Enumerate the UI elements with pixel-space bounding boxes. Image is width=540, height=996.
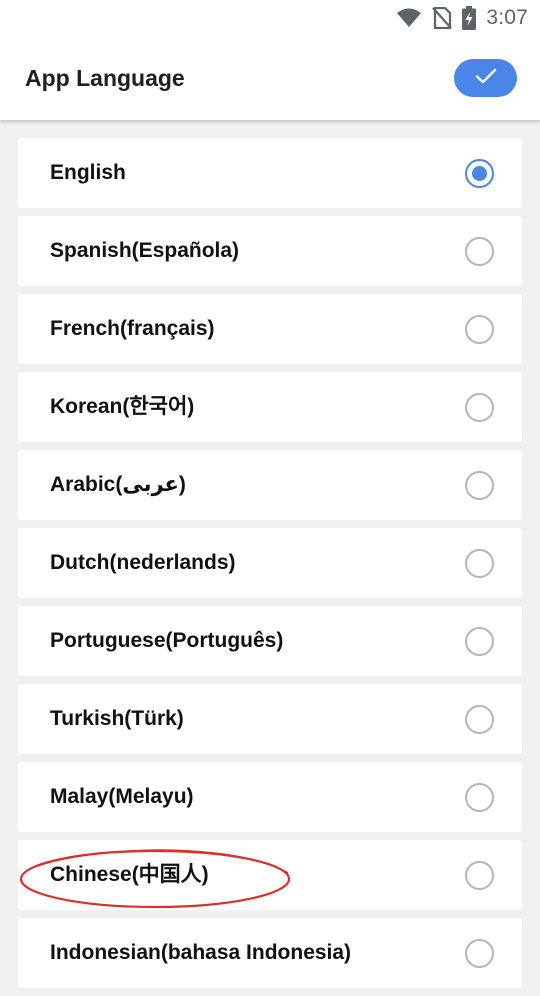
radio-button[interactable] (465, 393, 494, 422)
status-icons: 3:07 (396, 5, 528, 31)
language-option-chinese[interactable]: Chinese(中国人) (18, 840, 522, 910)
language-option-arabic[interactable]: Arabic(عربى) (18, 450, 522, 520)
language-option-english[interactable]: English (18, 138, 522, 208)
radio-button[interactable] (465, 627, 494, 656)
language-option-indonesian[interactable]: Indonesian(bahasa Indonesia) (18, 918, 522, 988)
language-label: Spanish(Española) (50, 239, 240, 262)
wifi-icon (396, 8, 422, 28)
check-icon (475, 67, 497, 90)
language-option-french[interactable]: French(français) (18, 294, 522, 364)
language-label: Korean(한국어) (50, 395, 195, 418)
radio-button[interactable] (465, 237, 494, 266)
language-label: Turkish(Türk) (50, 707, 184, 730)
radio-button[interactable] (465, 549, 494, 578)
radio-button[interactable] (465, 861, 494, 890)
app-bar: App Language (0, 36, 540, 120)
battery-charging-icon (462, 6, 477, 30)
language-label: Malay(Melayu) (50, 785, 194, 808)
page-title: App Language (25, 65, 185, 91)
radio-button[interactable] (465, 939, 494, 968)
language-list: English Spanish(Española) French(françai… (18, 138, 522, 996)
language-label: English (50, 161, 126, 184)
language-label: Arabic(عربى) (50, 473, 186, 496)
language-label: Dutch(nederlands) (50, 551, 236, 574)
language-option-korean[interactable]: Korean(한국어) (18, 372, 522, 442)
status-bar: 3:07 (0, 0, 540, 36)
radio-button-selected[interactable] (465, 159, 494, 188)
radio-button[interactable] (465, 705, 494, 734)
radio-button[interactable] (465, 471, 494, 500)
language-option-dutch[interactable]: Dutch(nederlands) (18, 528, 522, 598)
language-option-portuguese[interactable]: Portuguese(Português) (18, 606, 522, 676)
radio-button[interactable] (465, 315, 494, 344)
language-label: French(français) (50, 317, 215, 340)
language-option-malay[interactable]: Malay(Melayu) (18, 762, 522, 832)
language-label: Indonesian(bahasa Indonesia) (50, 941, 352, 964)
language-label: Portuguese(Português) (50, 629, 284, 652)
confirm-button[interactable] (454, 59, 517, 97)
language-label: Chinese(中国人) (50, 863, 209, 886)
no-sim-icon (432, 7, 453, 29)
language-option-turkish[interactable]: Turkish(Türk) (18, 684, 522, 754)
radio-button[interactable] (465, 783, 494, 812)
language-option-spanish[interactable]: Spanish(Española) (18, 216, 522, 286)
clock-time: 3:07 (486, 6, 528, 29)
